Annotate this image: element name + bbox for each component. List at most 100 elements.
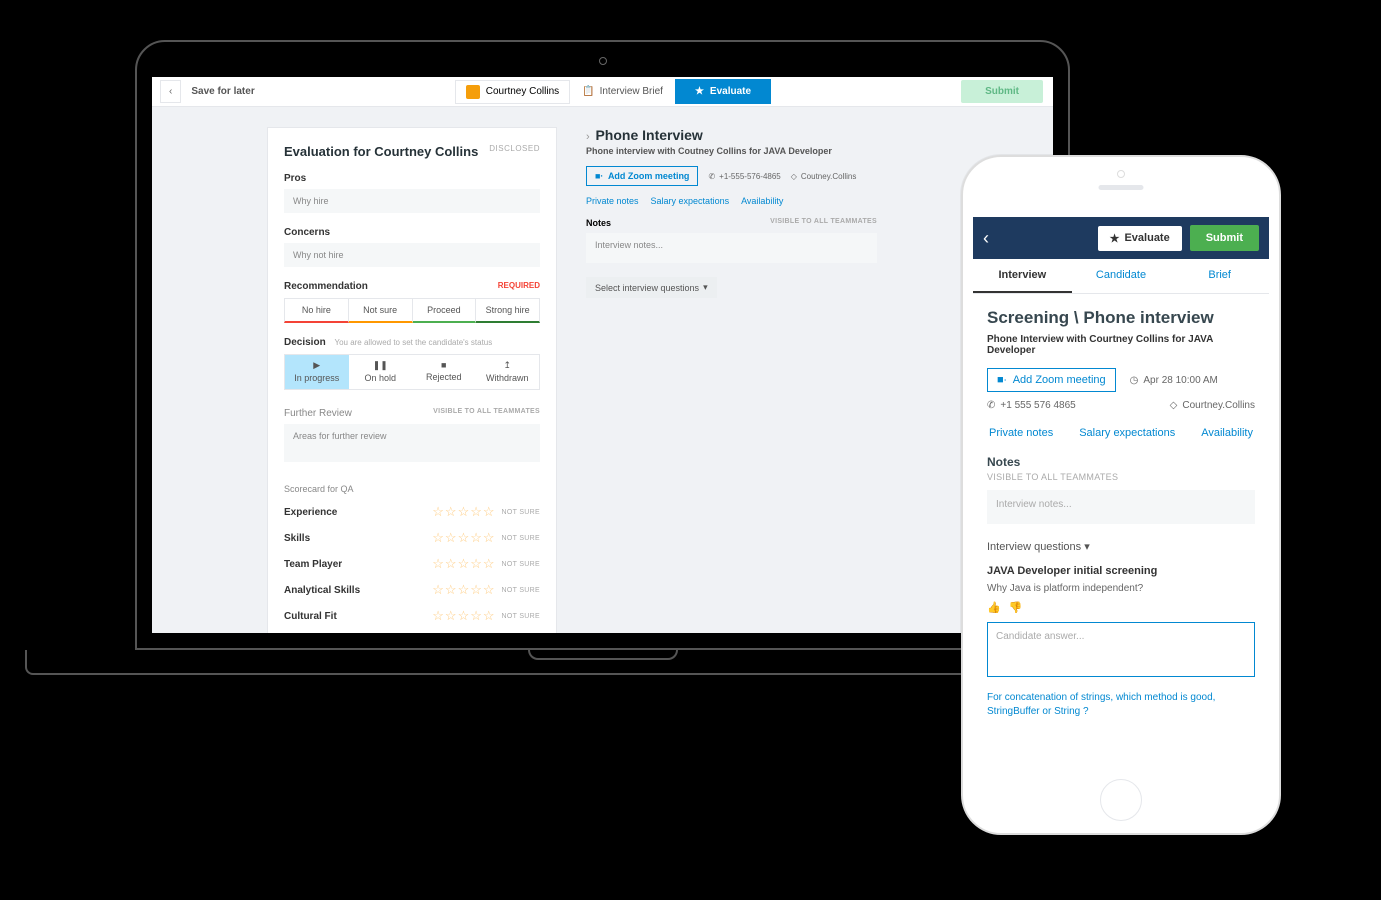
back-button[interactable]: ‹ <box>160 80 181 103</box>
submit-button[interactable]: Submit <box>1190 225 1259 251</box>
star-icon[interactable]: ☆ <box>458 582 470 598</box>
star-icon[interactable]: ☆ <box>483 504 495 520</box>
star-icon[interactable]: ☆ <box>483 530 495 546</box>
star-rating[interactable]: ☆ ☆ ☆ ☆ ☆ NOT SURE <box>432 608 540 624</box>
evaluate-button[interactable]: ★ Evaluate <box>675 79 771 104</box>
play-icon: ▶ <box>285 360 349 371</box>
star-icon[interactable]: ☆ <box>445 504 457 520</box>
score-row: Team Player ☆ ☆ ☆ ☆ ☆ NOT SURE <box>284 556 540 572</box>
dec-rejected[interactable]: ■Rejected <box>412 355 476 389</box>
pros-input[interactable]: Why hire <box>284 189 540 213</box>
phone-number: ✆+1-555-576-4865 <box>708 172 780 181</box>
star-icon[interactable]: ☆ <box>470 608 482 624</box>
candidate-chip[interactable]: Courtney Collins <box>455 80 570 104</box>
star-icon[interactable]: ☆ <box>432 530 444 546</box>
star-icon[interactable]: ☆ <box>470 556 482 572</box>
rec-not-sure[interactable]: Not sure <box>349 298 413 323</box>
dec-on-hold[interactable]: ❚❚On hold <box>349 355 413 389</box>
salary-link[interactable]: Salary expectations <box>651 196 730 206</box>
further-review-input[interactable]: Areas for further review <box>284 424 540 462</box>
tab-candidate[interactable]: Candidate <box>1072 259 1171 293</box>
availability-link[interactable]: Availability <box>741 196 783 206</box>
private-notes-link[interactable]: Private notes <box>989 427 1053 439</box>
interview-links: Private notes Salary expectations Availa… <box>586 196 877 206</box>
private-notes-link[interactable]: Private notes <box>586 196 639 206</box>
select-questions-dropdown[interactable]: Select interview questions ▾ <box>586 277 717 298</box>
rec-strong-hire[interactable]: Strong hire <box>476 298 540 323</box>
star-icon[interactable]: ☆ <box>483 582 495 598</box>
phone-top <box>963 157 1279 212</box>
score-row: Experience ☆ ☆ ☆ ☆ ☆ NOT SURE <box>284 504 540 520</box>
tab-interview[interactable]: Interview <box>973 259 1072 293</box>
disclosed-badge: DISCLOSED <box>489 144 540 153</box>
dec-in-progress[interactable]: ▶In progress <box>285 355 349 389</box>
star-icon[interactable]: ☆ <box>458 504 470 520</box>
salary-link[interactable]: Salary expectations <box>1079 427 1175 439</box>
thumbs-up-icon[interactable]: 👍 <box>987 601 1001 614</box>
star-icon[interactable]: ☆ <box>432 608 444 624</box>
chevron-left-icon[interactable]: › <box>586 131 590 143</box>
star-icon[interactable]: ☆ <box>483 608 495 624</box>
video-icon: ■∙ <box>997 374 1007 386</box>
concerns-label: Concerns <box>284 227 540 238</box>
score-name: Experience <box>284 507 337 518</box>
star-icon[interactable]: ☆ <box>458 608 470 624</box>
interview-questions-dropdown[interactable]: Interview questions ▾ <box>987 540 1255 553</box>
home-button[interactable] <box>1100 779 1142 821</box>
thumbs-down-icon[interactable]: 👎 <box>1009 601 1023 614</box>
star-icon[interactable]: ☆ <box>458 530 470 546</box>
concerns-input[interactable]: Why not hire <box>284 243 540 267</box>
owner-name: ◇Courtney.Collins <box>1170 400 1255 411</box>
phone-screen: ‹ ★ Evaluate Submit Interview Candidate … <box>973 217 1269 768</box>
star-icon[interactable]: ☆ <box>445 530 457 546</box>
required-badge: REQUIRED <box>498 281 540 290</box>
save-for-later-button[interactable]: Save for later <box>181 80 264 103</box>
evaluation-title: Evaluation for Courtney Collins <box>284 144 478 159</box>
question-1: Why Java is platform independent? <box>987 583 1255 594</box>
visible-teammates-badge: VISIBLE TO ALL TEAMMATES <box>770 218 877 225</box>
add-zoom-button[interactable]: ■∙ Add Zoom meeting <box>987 368 1116 392</box>
datetime: ◷Apr 28 10:00 AM <box>1130 375 1218 386</box>
star-icon[interactable]: ☆ <box>483 556 495 572</box>
star-icon[interactable]: ☆ <box>470 530 482 546</box>
interview-brief-button[interactable]: 📋 Interview Brief <box>570 80 675 103</box>
score-row: Cultural Fit ☆ ☆ ☆ ☆ ☆ NOT SURE <box>284 608 540 624</box>
star-rating[interactable]: ☆ ☆ ☆ ☆ ☆ NOT SURE <box>432 582 540 598</box>
submit-button[interactable]: Submit <box>961 80 1043 103</box>
decision-selector: ▶In progress ❚❚On hold ■Rejected ↥Withdr… <box>284 354 540 390</box>
star-icon[interactable]: ☆ <box>458 556 470 572</box>
question-2[interactable]: For concatenation of strings, which meth… <box>987 691 1255 719</box>
not-sure-badge: NOT SURE <box>502 561 540 568</box>
rec-proceed[interactable]: Proceed <box>413 298 477 323</box>
recommendation-label: Recommendation <box>284 281 368 292</box>
rec-no-hire[interactable]: No hire <box>284 298 349 323</box>
back-button[interactable]: ‹ <box>983 228 989 249</box>
dec-withdrawn[interactable]: ↥Withdrawn <box>476 355 540 389</box>
star-icon[interactable]: ☆ <box>432 582 444 598</box>
star-icon[interactable]: ☆ <box>432 504 444 520</box>
star-icon[interactable]: ☆ <box>445 582 457 598</box>
notes-label: Notes <box>987 455 1255 469</box>
recommendation-selector: No hire Not sure Proceed Strong hire <box>284 298 540 323</box>
star-rating[interactable]: ☆ ☆ ☆ ☆ ☆ NOT SURE <box>432 556 540 572</box>
evaluate-button[interactable]: ★ Evaluate <box>1098 226 1182 251</box>
notes-input[interactable]: Interview notes... <box>987 490 1255 524</box>
star-icon[interactable]: ☆ <box>445 608 457 624</box>
tab-brief[interactable]: Brief <box>1170 259 1269 293</box>
score-name: Skills <box>284 533 310 544</box>
pause-icon: ❚❚ <box>349 360 413 371</box>
star-rating[interactable]: ☆ ☆ ☆ ☆ ☆ NOT SURE <box>432 504 540 520</box>
video-icon: ■∙ <box>595 171 603 181</box>
star-icon[interactable]: ☆ <box>432 556 444 572</box>
add-zoom-button[interactable]: ■∙ Add Zoom meeting <box>586 166 698 186</box>
candidate-answer-input[interactable]: Candidate answer... <box>987 622 1255 677</box>
decision-label: Decision <box>284 337 326 348</box>
star-icon[interactable]: ☆ <box>470 582 482 598</box>
screening-subtitle: Phone Interview with Courtney Collins fo… <box>987 334 1255 356</box>
star-icon[interactable]: ☆ <box>470 504 482 520</box>
star-rating[interactable]: ☆ ☆ ☆ ☆ ☆ NOT SURE <box>432 530 540 546</box>
star-icon[interactable]: ☆ <box>445 556 457 572</box>
not-sure-badge: NOT SURE <box>502 509 540 516</box>
notes-input[interactable]: Interview notes... <box>586 233 877 263</box>
availability-link[interactable]: Availability <box>1201 427 1253 439</box>
